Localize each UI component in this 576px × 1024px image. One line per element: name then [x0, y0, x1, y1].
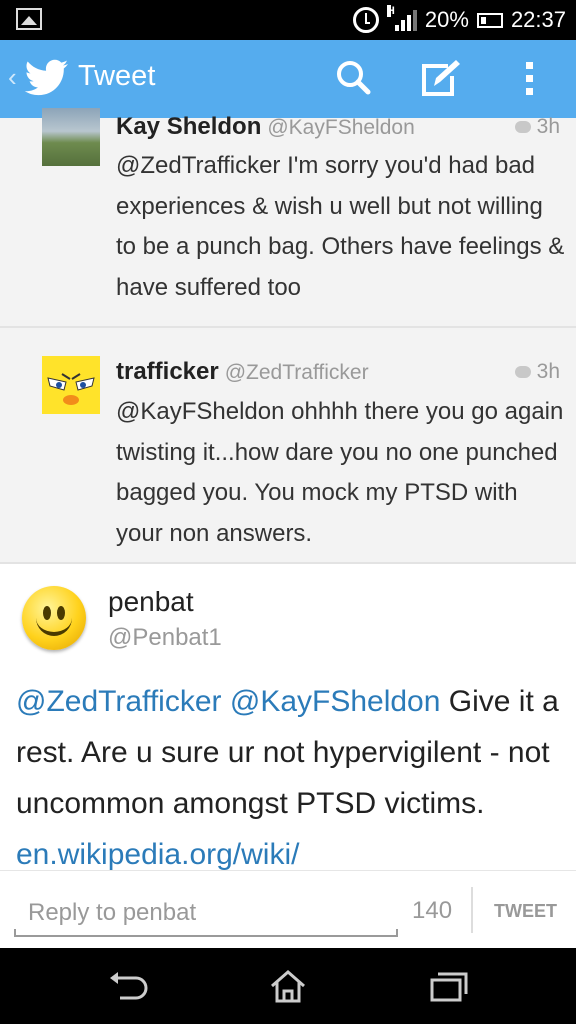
- compose-icon[interactable]: [416, 54, 464, 102]
- avatar[interactable]: [42, 108, 100, 166]
- reply-count-icon: [514, 366, 531, 379]
- detail-author-handle: @Penbat1: [108, 624, 222, 651]
- char-count: 140: [412, 897, 453, 924]
- action-bar: ‹ Tweet: [0, 40, 576, 118]
- network-type: H: [386, 5, 395, 17]
- tweet-item[interactable]: Kay Sheldon @KayFSheldon 3h @ZedTrafficke…: [0, 108, 576, 328]
- home-icon[interactable]: [266, 968, 310, 1004]
- signal-icon: H: [386, 5, 417, 31]
- back-icon[interactable]: [106, 968, 150, 1004]
- reply-input[interactable]: Reply to penbat: [14, 893, 398, 937]
- page-title: Tweet: [78, 60, 156, 92]
- avatar[interactable]: [22, 586, 86, 650]
- navigation-bar: [0, 948, 576, 1024]
- reply-bar: Reply to penbat 140 TWEET: [0, 870, 576, 948]
- tweet-list: Kay Sheldon @KayFSheldon 3h @ZedTrafficke…: [0, 108, 576, 564]
- clock: 22:37: [510, 7, 566, 32]
- detail-author-name: penbat: [108, 586, 194, 617]
- overflow-menu-icon[interactable]: [506, 54, 554, 102]
- battery-icon: [476, 12, 503, 28]
- status-bar: H 20% 22:37: [0, 0, 576, 40]
- detail-tweet-text: @ZedTrafficker @KayFSheldon Give it a re…: [16, 676, 564, 880]
- tweet-button[interactable]: TWEET: [494, 901, 557, 922]
- tweet-author-handle: @ZedTrafficker: [224, 361, 369, 384]
- tweet-text: @KayFSheldon ohhhh there you go again tw…: [116, 398, 564, 547]
- tweet-author-name: Kay Sheldon: [116, 113, 262, 140]
- recent-apps-icon[interactable]: [426, 968, 470, 1004]
- mention-link[interactable]: @KayFSheldon: [230, 685, 441, 718]
- twitter-bird-icon[interactable]: [24, 58, 70, 98]
- tweet-author-handle: @KayFSheldon: [267, 116, 415, 139]
- battery-percent: 20%: [424, 7, 469, 32]
- tweet-detail: penbat @Penbat1 @ZedTrafficker @KayFShel…: [0, 564, 576, 871]
- tweet-timestamp: 3h: [514, 360, 560, 384]
- tweet-timestamp: 3h: [514, 115, 560, 139]
- up-chevron-icon[interactable]: ‹: [8, 62, 17, 93]
- tweet-text: @ZedTrafficker I'm sorry you'd had bad e…: [116, 152, 565, 301]
- divider: [471, 887, 473, 933]
- avatar[interactable]: [42, 356, 100, 414]
- alarm-icon: [352, 7, 379, 33]
- url-link[interactable]: en.wikipedia.org/wiki/: [16, 838, 299, 871]
- reply-count-icon: [514, 121, 531, 134]
- tweet-author-name: trafficker: [116, 358, 219, 385]
- search-icon[interactable]: [330, 54, 378, 102]
- mention-link[interactable]: @ZedTrafficker: [16, 685, 222, 718]
- gallery-notification-icon: [16, 8, 42, 30]
- tweet-item[interactable]: trafficker @ZedTrafficker 3h @KayFSheldon…: [0, 328, 576, 564]
